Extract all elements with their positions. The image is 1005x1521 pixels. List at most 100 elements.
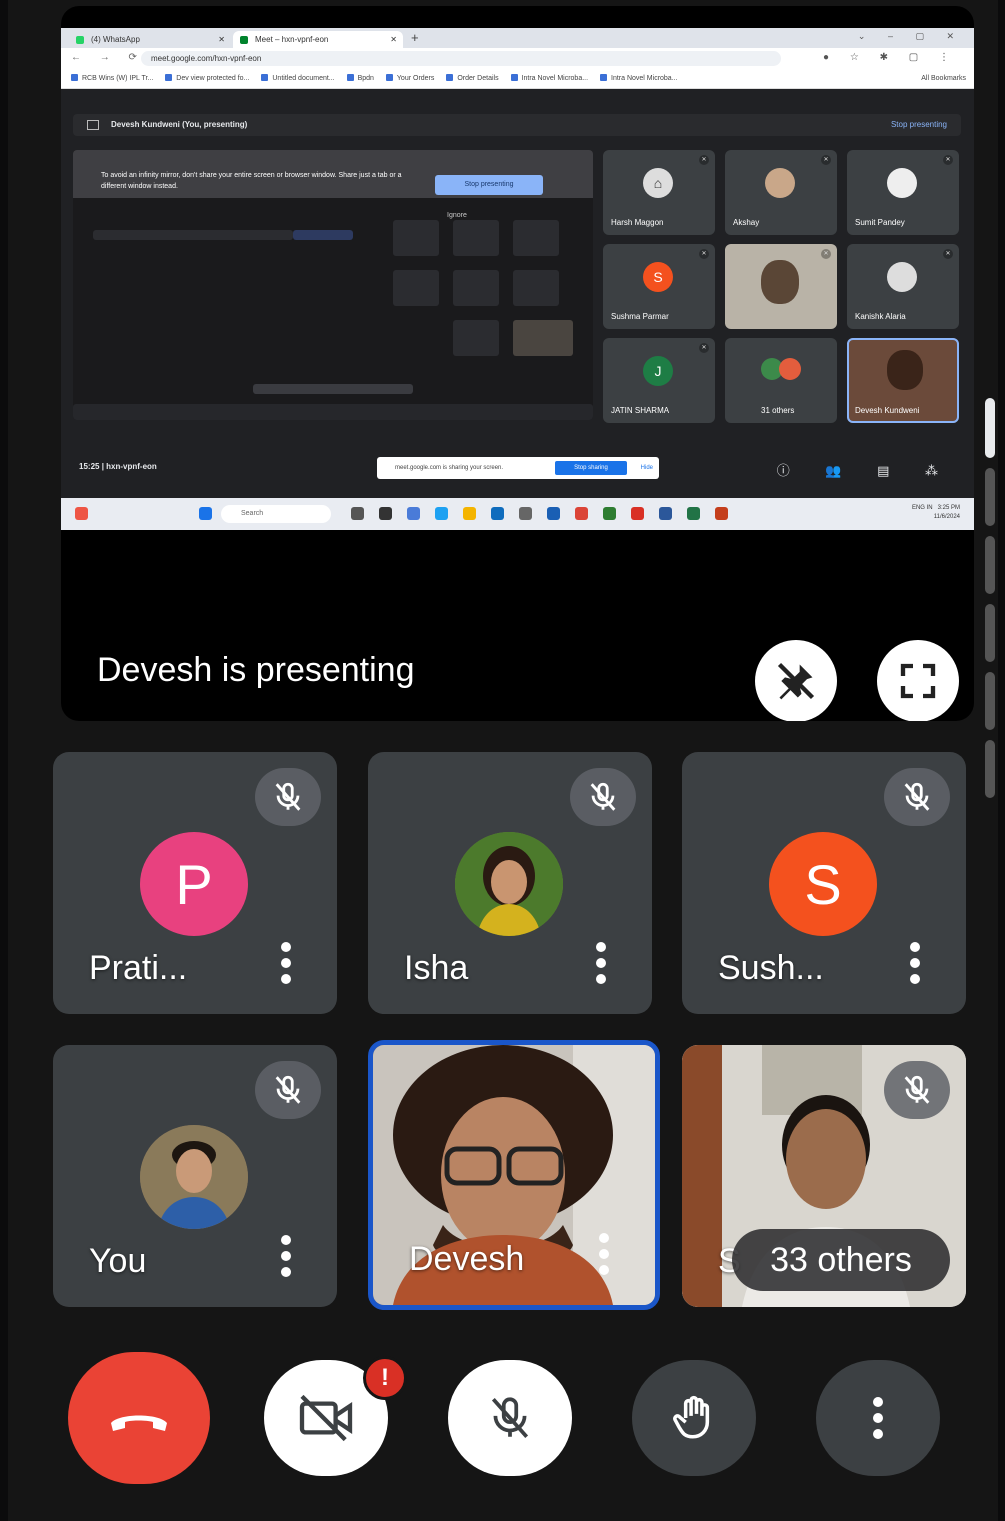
participant-tile-speaking[interactable]: Devesh [368, 1040, 660, 1310]
bookmark[interactable]: Your Orders [386, 70, 434, 88]
fullscreen-button[interactable] [877, 640, 959, 721]
all-bookmarks[interactable]: All Bookmarks [921, 70, 966, 88]
meet-call-screen: (4) WhatsApp ✕ Meet – hxn-vpnf-eon ✕ + ⌄… [8, 0, 998, 1521]
mic-off-icon [275, 1075, 301, 1104]
address-bar[interactable]: meet.google.com/hxn-vpnf-eon [141, 51, 781, 66]
leave-call-button[interactable] [68, 1352, 210, 1484]
mini-tile[interactable]: ✕ J JATIN SHARMA [603, 338, 715, 423]
ignore-link[interactable]: Ignore [447, 212, 467, 219]
browser-tab-whatsapp[interactable]: (4) WhatsApp ✕ [69, 31, 231, 48]
bookmark[interactable]: Untitled document... [261, 70, 334, 88]
bookmark[interactable]: Intra Novel Microba... [600, 70, 678, 88]
avatar [887, 262, 917, 292]
others-count-chip[interactable]: 33 others [732, 1229, 950, 1291]
avatar [779, 358, 801, 380]
mini-tile-self[interactable]: Devesh Kundweni [847, 338, 959, 423]
mini-tile[interactable]: ✕ ⌂ Harsh Maggon [603, 150, 715, 235]
avatar-photo [455, 832, 563, 936]
new-tab-icon[interactable]: + [411, 30, 419, 45]
infinity-mirror-warning: To avoid an infinity mirror, don't share… [73, 150, 593, 198]
bookmark[interactable]: Dev view protected fo... [165, 70, 249, 88]
unpin-button[interactable] [755, 640, 837, 721]
more-options-button[interactable] [816, 1360, 940, 1476]
participant-tile[interactable]: Isha [368, 752, 652, 1014]
mic-off-icon: ✕ [699, 343, 709, 353]
app-icon[interactable] [519, 507, 532, 520]
edge-icon[interactable] [435, 507, 448, 520]
mini-tile-video[interactable]: ✕ [725, 244, 837, 329]
more-vert-icon[interactable] [594, 942, 608, 986]
excel-icon[interactable] [687, 507, 700, 520]
scrollbar-track [985, 536, 995, 594]
close-tab-icon[interactable]: ✕ [218, 31, 225, 48]
mic-off-icon: ✕ [943, 155, 953, 165]
more-vert-icon[interactable] [279, 942, 293, 986]
folder-icon[interactable] [463, 507, 476, 520]
chrome-icon[interactable] [715, 507, 728, 520]
taskbar-search[interactable]: Search [221, 505, 331, 523]
mirror-stop-presenting-button[interactable]: Stop presenting [435, 175, 543, 195]
stop-presenting-link[interactable]: Stop presenting [891, 114, 947, 136]
hide-button[interactable]: Hide [641, 457, 653, 479]
mic-toggle-button[interactable] [448, 1360, 572, 1476]
mini-tile[interactable]: ✕ Akshay [725, 150, 837, 235]
chrome-icon[interactable] [631, 507, 644, 520]
mic-off-icon: ✕ [699, 155, 709, 165]
mic-off-indicator [255, 768, 321, 826]
call-end-icon [111, 1415, 167, 1431]
mini-tile-others[interactable]: 31 others [725, 338, 837, 423]
start-icon[interactable] [199, 507, 212, 520]
warning-text: To avoid an infinity mirror, don't share… [101, 172, 402, 190]
word-icon[interactable] [659, 507, 672, 520]
meet-icon [240, 36, 248, 44]
app-icon[interactable] [379, 507, 392, 520]
more-vert-icon[interactable] [279, 1235, 293, 1279]
avatar-photo [140, 1125, 248, 1229]
participant-name: Isha [404, 949, 469, 987]
avatar: ⌂ [643, 168, 673, 198]
app-icon[interactable] [407, 507, 420, 520]
stop-sharing-button[interactable]: Stop sharing [555, 461, 627, 475]
close-tab-icon[interactable]: ✕ [390, 31, 397, 48]
bookmark[interactable]: Intra Novel Microba... [511, 70, 589, 88]
shared-screen: (4) WhatsApp ✕ Meet – hxn-vpnf-eon ✕ + ⌄… [61, 28, 974, 530]
participant-tile[interactable]: S Sush... [682, 752, 966, 1014]
weather-icon[interactable] [75, 507, 88, 520]
address-row: ← → ⟳ meet.google.com/hxn-vpnf-eon ● ☆ ✱… [61, 48, 974, 70]
bookmark[interactable]: RCB Wins (W) IPL Tr... [71, 70, 153, 88]
participant-tile[interactable]: P Prati... [53, 752, 337, 1014]
mini-tile[interactable]: ✕ Sumit Pandey [847, 150, 959, 235]
mini-tile[interactable]: ✕ S Sushma Parmar [603, 244, 715, 329]
browser-tab-meet[interactable]: Meet – hxn-vpnf-eon ✕ [233, 31, 403, 48]
avatar: J [643, 356, 673, 386]
extensions-icons[interactable]: ● ☆ ✱ ▢ ⋮ [823, 52, 958, 63]
bookmark[interactable]: Bpdn [347, 70, 374, 88]
meet-side-icons[interactable]: ⓘ 👥 ▤ ⁂ [777, 460, 954, 479]
mic-off-icon: ✕ [821, 155, 831, 165]
window-controls[interactable]: ⌄ – ▢ ✕ [858, 31, 964, 42]
mini-tile[interactable]: ✕ Kanishk Alaria [847, 244, 959, 329]
more-vert-icon [873, 1397, 883, 1439]
avatar: S [769, 832, 877, 936]
more-vert-icon[interactable] [597, 1233, 611, 1277]
avatar: P [140, 832, 248, 936]
raise-hand-icon [673, 1395, 710, 1439]
mic-off-icon [275, 782, 301, 811]
windows-taskbar: Search ENG IN 3:25 PM 11/6/2024 [61, 498, 974, 530]
scrollbar-thumb[interactable] [985, 398, 995, 458]
participant-tile-others[interactable]: S 33 others [682, 1045, 966, 1307]
raise-hand-button[interactable] [632, 1360, 756, 1476]
participant-tile-self[interactable]: You [53, 1045, 337, 1307]
system-tray[interactable]: ENG IN 3:25 PM 11/6/2024 [912, 504, 960, 522]
app-icon[interactable] [491, 507, 504, 520]
participant-name: Devesh [409, 1240, 525, 1278]
nav-buttons-icon[interactable]: ← → ⟳ [71, 52, 145, 63]
more-vert-icon[interactable] [908, 942, 922, 986]
app-icon[interactable] [547, 507, 560, 520]
app-icon[interactable] [603, 507, 616, 520]
participant-name: You [89, 1242, 147, 1280]
bookmark[interactable]: Order Details [446, 70, 498, 88]
presentation-view[interactable]: (4) WhatsApp ✕ Meet – hxn-vpnf-eon ✕ + ⌄… [61, 6, 974, 721]
taskview-icon[interactable] [351, 507, 364, 520]
chrome-icon[interactable] [575, 507, 588, 520]
